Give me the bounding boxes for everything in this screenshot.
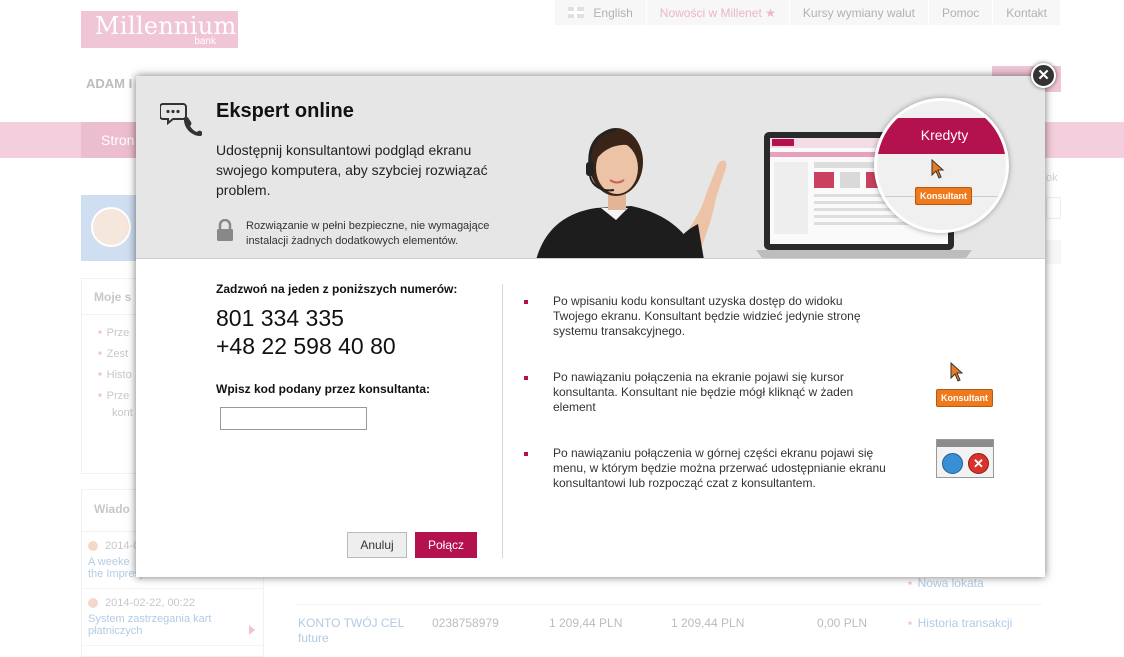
column-divider — [502, 284, 503, 558]
info-text: Po nawiązaniu połączenia na ekranie poja… — [553, 370, 854, 414]
phone-number: 801 334 335 — [216, 305, 344, 331]
consultant-badge-illustration: Konsultant — [936, 389, 993, 407]
phone-number: +48 22 598 40 80 — [216, 333, 396, 359]
chat-bubble-icon — [942, 453, 963, 474]
call-label: Zadzwoń na jeden z poniższych numerów: — [216, 282, 458, 296]
security-note: Rozwiązanie w pełni bezpieczne, nie wyma… — [246, 220, 490, 247]
code-label: Wpisz kod podany przez konsultanta: — [216, 382, 431, 396]
dialog-header: Ekspert online Udostępnij konsultantowi … — [136, 76, 1045, 259]
consultant-photo — [536, 128, 727, 258]
info-text: Po wpisaniu kodu konsultant uzyska dostę… — [553, 294, 861, 338]
info-text: Po nawiązaniu połączenia w górnej części… — [553, 446, 886, 490]
list-item: Po nawiązaniu połączenia na ekranie poja… — [524, 370, 1024, 446]
connect-button[interactable]: Połącz — [415, 532, 477, 558]
magnifier-illustration: Kredyty Konsultant — [874, 98, 1009, 233]
close-dialog-button[interactable]: ✕ — [1031, 63, 1056, 88]
call-section: Zadzwoń na jeden z poniższych numerów: 8… — [216, 282, 506, 430]
bullet — [524, 376, 528, 380]
chat-phone-icon — [160, 103, 202, 136]
lock-icon — [217, 219, 233, 241]
magnifier-menu-label: Kredyty — [877, 118, 1006, 154]
bullet — [524, 300, 528, 304]
list-item: Po wpisaniu kodu konsultant uzyska dostę… — [524, 294, 1024, 370]
expert-online-dialog: Ekspert online Udostępnij konsultantowi … — [136, 76, 1045, 577]
cancel-button[interactable]: Anuluj — [347, 532, 407, 558]
consultant-cursor-icon — [950, 362, 964, 382]
dialog-lead: Udostępnij konsultantowi podgląd ekranu … — [216, 142, 488, 198]
consultant-code-input[interactable] — [220, 407, 367, 430]
info-list: Po wpisaniu kodu konsultant uzyska dostę… — [524, 294, 1024, 522]
cursor-icon — [931, 159, 945, 179]
consultant-badge: Konsultant — [915, 187, 972, 205]
session-menu-illustration: ✕ — [936, 439, 994, 478]
menu-bar — [937, 440, 993, 447]
bullet — [524, 452, 528, 456]
dialog-title: Ekspert online — [216, 100, 354, 122]
close-circle-icon: ✕ — [968, 453, 989, 474]
